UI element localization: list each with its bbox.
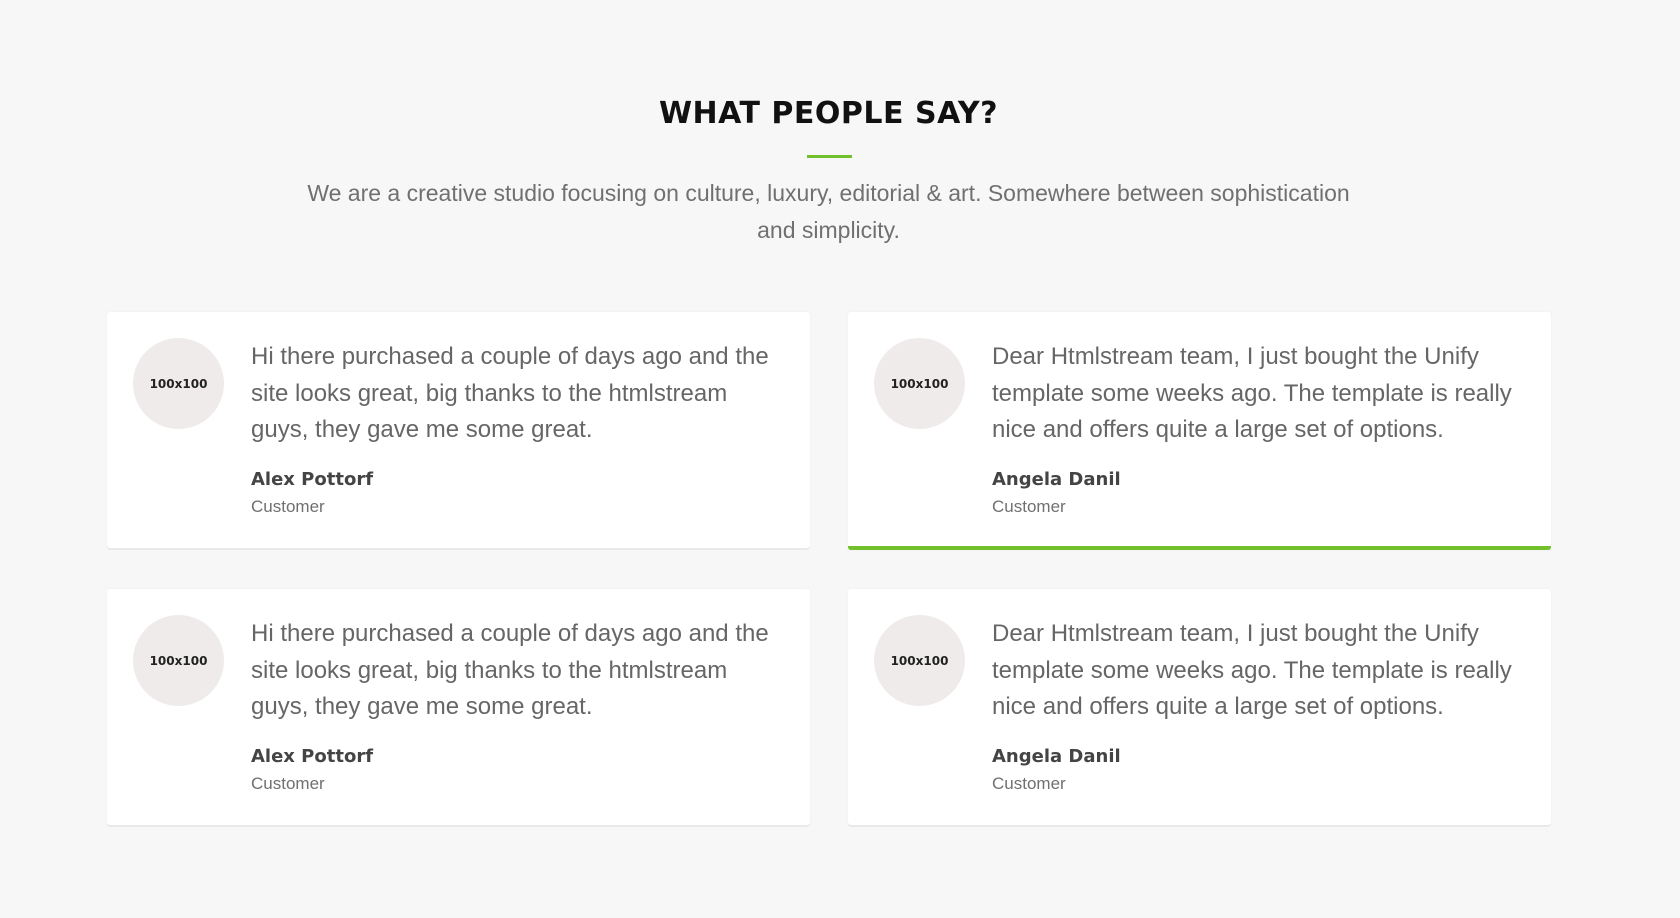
- testimonial-author-name: Angela Danil: [992, 469, 1121, 490]
- testimonial-author-role: Customer: [992, 774, 1066, 793]
- testimonial-quote: Dear Htmlstream team, I just bought the …: [992, 343, 1512, 443]
- testimonial-card-active[interactable]: 100x100 Dear Htmlstream team, I just bou…: [848, 312, 1551, 550]
- testimonial-card[interactable]: 100x100 Hi there purchased a couple of d…: [107, 589, 810, 825]
- section-intro: We are a creative studio focusing on cul…: [307, 180, 1350, 243]
- testimonial-author-role: Customer: [251, 497, 325, 516]
- avatar-placeholder: 100x100: [874, 615, 965, 706]
- heading-divider: [807, 155, 852, 158]
- testimonial-author-role: Customer: [992, 497, 1066, 516]
- testimonials-section: WHAT PEOPLE SAY? We are a creative studi…: [0, 0, 1680, 918]
- avatar-placeholder: 100x100: [874, 338, 965, 429]
- testimonial-card[interactable]: 100x100 Dear Htmlstream team, I just bou…: [848, 589, 1551, 825]
- testimonial-card[interactable]: 100x100 Hi there purchased a couple of d…: [107, 312, 810, 548]
- testimonial-quote: Hi there purchased a couple of days ago …: [251, 620, 769, 720]
- testimonial-author-role: Customer: [251, 774, 325, 793]
- avatar-placeholder: 100x100: [133, 615, 224, 706]
- testimonial-quote: Hi there purchased a couple of days ago …: [251, 343, 769, 443]
- section-heading: WHAT PEOPLE SAY?: [658, 96, 999, 131]
- testimonial-quote: Dear Htmlstream team, I just bought the …: [992, 620, 1512, 720]
- testimonial-author-name: Alex Pottorf: [251, 746, 374, 767]
- avatar-placeholder: 100x100: [133, 338, 224, 429]
- testimonial-author-name: Angela Danil: [992, 746, 1121, 767]
- testimonial-author-name: Alex Pottorf: [251, 469, 374, 490]
